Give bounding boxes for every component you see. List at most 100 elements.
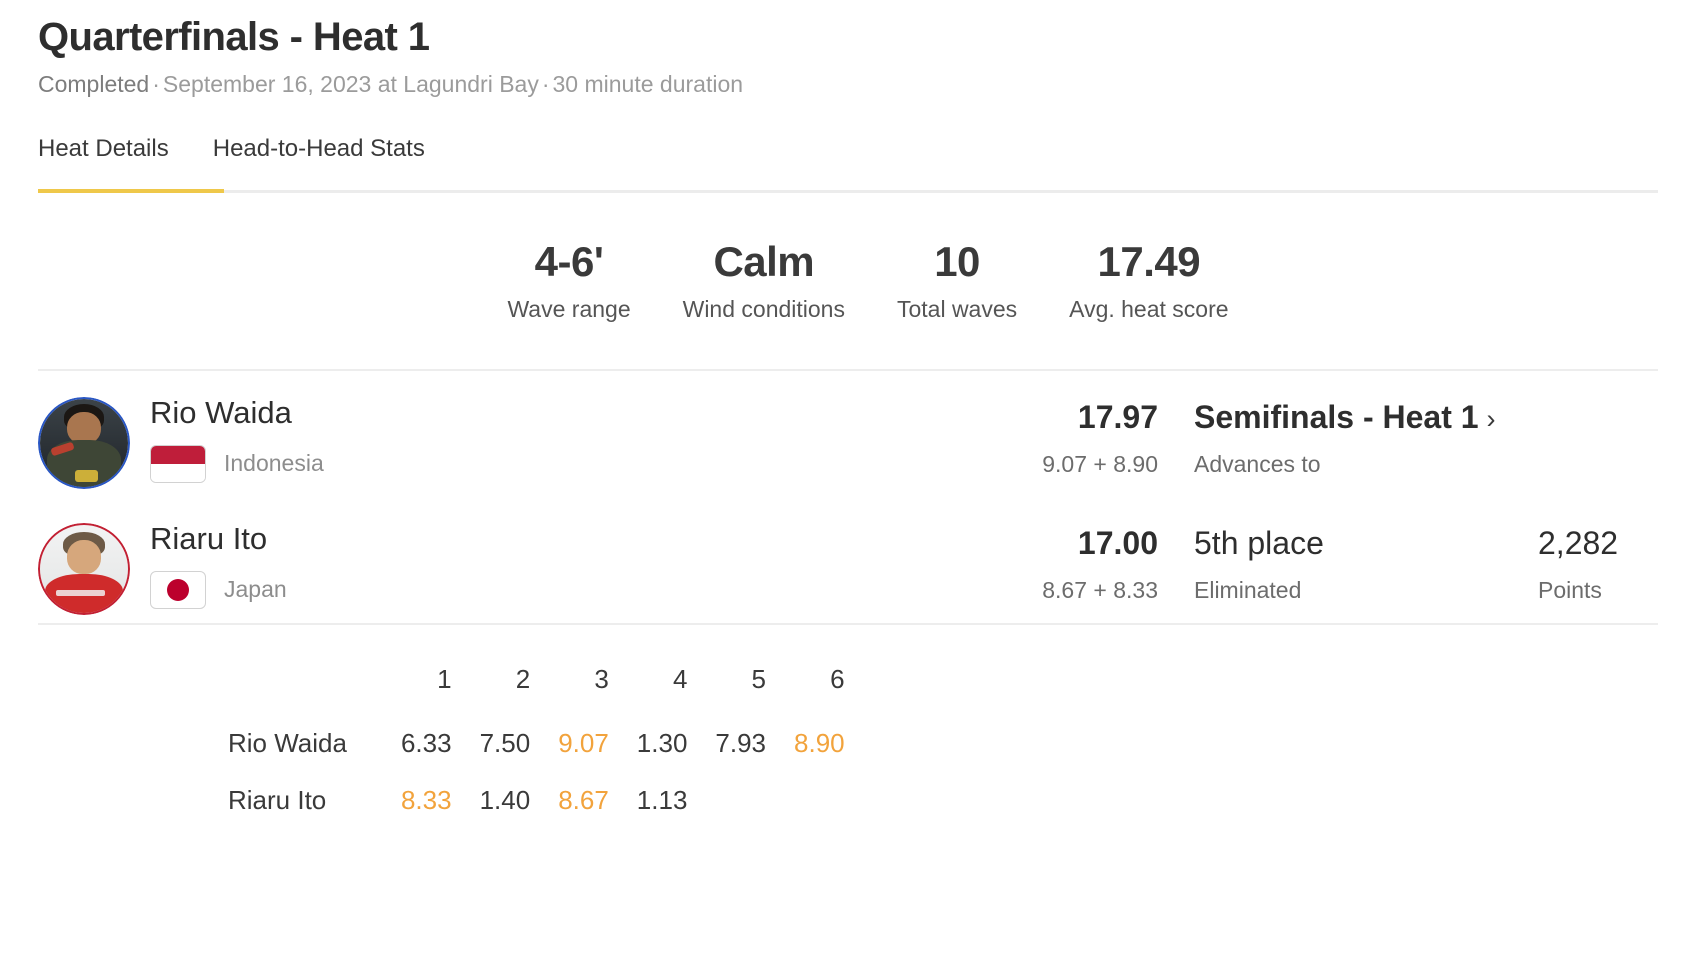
stat-label: Wave range (507, 296, 631, 323)
athlete-next-heat[interactable]: Semifinals - Heat 1 › (1194, 399, 1514, 436)
wave-row-athlete-name: Rio Waida (228, 728, 347, 759)
wave-score-cell (687, 772, 766, 829)
page-title: Quarterfinals - Heat 1 (38, 15, 430, 59)
athlete-points: 2,282 (1538, 525, 1619, 562)
athlete-points-column: 2,282 Points (1538, 525, 1658, 604)
status-badge: Completed (38, 71, 150, 98)
athlete-result: 17.97 9.07 + 8.90 Semifinals - Heat 1 › A… (638, 393, 1658, 478)
indonesia-flag-icon (150, 444, 206, 483)
wave-score-cell (766, 772, 845, 829)
wave-scores-section: 1 2 3 4 5 6 Rio Waida 6.33 7.50 9.07 1.3… (0, 651, 1696, 829)
athlete-status-column[interactable]: Semifinals - Heat 1 › Advances to (1194, 399, 1514, 478)
tab-bar: Heat Details Head-to-Head Stats (0, 135, 1696, 193)
athlete-placement: 5th place (1194, 525, 1514, 562)
wave-score-cell: 9.07 (558, 728, 609, 759)
wave-col-1: 1 (437, 664, 452, 695)
athlete-results-list: Rio Waida Indonesia 17.97 9.07 + 8.90 Se… (0, 371, 1696, 623)
avatar[interactable] (38, 397, 130, 490)
wave-table-corner (228, 651, 373, 715)
wave-col-6: 6 (830, 664, 845, 695)
japan-flag-icon (150, 570, 206, 609)
tab-list: Heat Details Head-to-Head Stats (38, 135, 1658, 193)
athlete-name[interactable]: Rio Waida (150, 395, 324, 431)
tab-active-indicator (38, 188, 224, 193)
athlete-identity: Riaru Ito Japan (38, 519, 638, 616)
wave-score-cell: 1.40 (479, 785, 531, 816)
avatar-ring (38, 523, 130, 616)
wave-scores-table: 1 2 3 4 5 6 Rio Waida 6.33 7.50 9.07 1.3… (228, 651, 845, 829)
wave-col-3: 3 (594, 664, 609, 695)
stat-value: 10 (934, 237, 980, 285)
stat-label: Avg. heat score (1069, 296, 1229, 323)
flag-disc (167, 578, 189, 601)
flag-band-bottom (151, 463, 205, 482)
country-label: Indonesia (224, 450, 324, 477)
wave-score-cell: 1.30 (636, 728, 688, 759)
page-header: Quarterfinals - Heat 1 Completed · Septemb… (0, 0, 1696, 99)
wave-col-2: 2 (515, 664, 531, 695)
wave-score-cell: 8.67 (558, 785, 609, 816)
avatar-ring (38, 397, 130, 490)
stat-value: Calm (713, 237, 815, 285)
athlete-meta: Riaru Ito Japan (150, 519, 287, 609)
tab-head-to-head-stats[interactable]: Head-to-Head Stats (213, 135, 425, 193)
stat-label: Total waves (896, 296, 1018, 323)
wave-table-head: 1 2 3 4 5 6 (228, 651, 845, 715)
wave-table-body: Rio Waida 6.33 7.50 9.07 1.30 7.93 8.90 … (228, 715, 845, 829)
table-row[interactable]: Riaru Ito Japan 17.00 8.67 + 8.33 5th pl… (38, 497, 1658, 623)
table-row: Rio Waida 6.33 7.50 9.07 1.30 7.93 8.90 (228, 715, 845, 772)
chevron-right-icon: › (1486, 404, 1496, 435)
avatar[interactable] (38, 523, 130, 616)
athlete-placement-label: 5th place (1194, 525, 1324, 562)
heat-detail-page: Quarterfinals - Heat 1 Completed · Septemb… (0, 0, 1696, 964)
wave-score-cell: 8.33 (400, 785, 452, 816)
heat-conditions-stats: 4-6' Wave range Calm Wind conditions 10 … (0, 193, 1696, 323)
athlete-country: Japan (150, 570, 287, 609)
stat-label: Wind conditions (682, 296, 845, 323)
heat-subtitle: Completed · September 16, 2023 at Lagundri… (38, 70, 1658, 99)
tab-heat-details[interactable]: Heat Details (38, 135, 169, 193)
athlete-identity: Rio Waida Indonesia (38, 393, 638, 490)
separator-dot-1: · (152, 71, 160, 98)
stat-total-waves: 10 Total waves (871, 237, 1043, 323)
stat-wind-conditions: Calm Wind conditions (657, 237, 871, 323)
athlete-status-column: 5th place Eliminated (1194, 525, 1514, 604)
wave-table-header-row: 1 2 3 4 5 6 (228, 651, 845, 715)
wave-score-cell: 6.33 (400, 728, 452, 759)
heat-duration: 30 minute duration (552, 71, 744, 98)
wave-score-cell: 7.50 (479, 728, 531, 759)
athlete-status-sub: Advances to (1194, 450, 1321, 477)
divider-above-wave-table (38, 623, 1658, 626)
athlete-result: 17.00 8.67 + 8.33 5th place Eliminated 2… (638, 519, 1658, 604)
athlete-next-heat-label: Semifinals - Heat 1 (1194, 399, 1479, 436)
athlete-country: Indonesia (150, 444, 324, 483)
separator-dot-2: · (541, 71, 550, 98)
flag-band-top (151, 445, 205, 464)
athlete-status-sub: Eliminated (1194, 576, 1302, 603)
wave-score-cell: 7.93 (715, 728, 767, 759)
table-row: Riaru Ito 8.33 1.40 8.67 1.13 (228, 772, 845, 829)
athlete-total-score: 17.97 (1077, 399, 1158, 436)
athlete-total-score: 17.00 (1077, 525, 1158, 562)
athlete-meta: Rio Waida Indonesia (150, 393, 324, 483)
wave-row-athlete-name: Riaru Ito (228, 785, 327, 816)
stat-value: 4-6' (534, 237, 604, 285)
athlete-score-column: 17.00 8.67 + 8.33 (1028, 525, 1158, 604)
athlete-wave-sum: 9.07 + 8.90 (1042, 450, 1158, 477)
athlete-points-label: Points (1538, 576, 1602, 603)
wave-col-4: 4 (672, 664, 688, 695)
country-label: Japan (224, 576, 287, 603)
wave-score-cell: 1.13 (636, 785, 688, 816)
stat-avg-heat-score: 17.49 Avg. heat score (1043, 237, 1254, 323)
athlete-score-column: 17.97 9.07 + 8.90 (1028, 399, 1158, 478)
stat-wave-range: 4-6' Wave range (481, 237, 656, 323)
stat-value: 17.49 (1097, 237, 1201, 285)
wave-col-5: 5 (751, 664, 767, 695)
athlete-name[interactable]: Riaru Ito (150, 521, 287, 557)
athlete-wave-sum: 8.67 + 8.33 (1042, 576, 1158, 603)
tab-underline-track (38, 189, 1658, 193)
heat-datetime: September 16, 2023 at Lagundri Bay (162, 71, 539, 98)
athlete-points-column (1538, 399, 1658, 414)
wave-score-cell: 8.90 (794, 728, 845, 759)
table-row[interactable]: Rio Waida Indonesia 17.97 9.07 + 8.90 Se… (38, 371, 1658, 497)
